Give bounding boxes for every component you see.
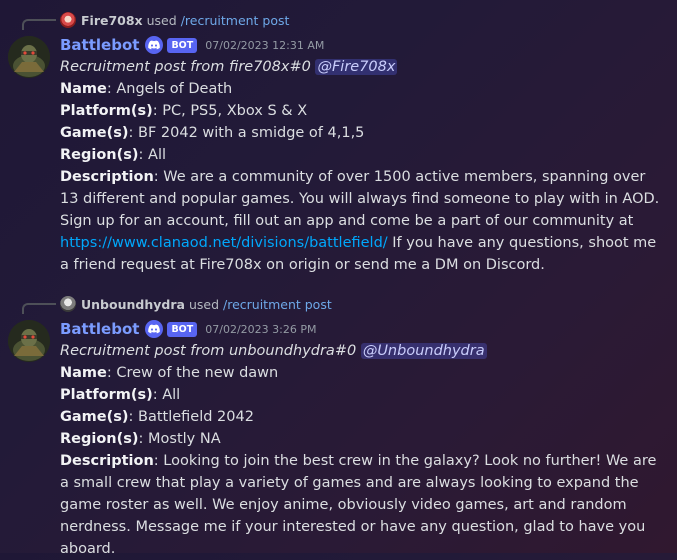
field-name: Name: Angels of Death [60,78,665,100]
intro-line: Recruitment post from fire708x#0 @Fire70… [60,56,665,78]
bot-avatar[interactable] [8,320,50,362]
field-value: : All [152,387,181,403]
field-description: Description: We are a community of over … [60,166,665,276]
field-games: Game(s): BF 2042 with a smidge of 4,1,5 [60,122,665,144]
field-platform: Platform(s): PC, PS5, Xbox S & X [60,100,665,122]
field-label: Name [60,81,107,97]
message-content: Recruitment post from fire708x#0 @Fire70… [60,56,665,276]
reply-user-avatar[interactable] [60,12,76,28]
intro-text: Recruitment post from unboundhydra#0 [60,343,357,359]
reply-used-text: used [146,12,177,28]
field-label: Name [60,365,107,381]
field-platform: Platform(s): All [60,384,665,406]
message-timestamp[interactable]: 07/02/2023 12:31 AM [205,39,324,52]
field-value: : All [138,147,167,163]
field-region: Region(s): All [60,144,665,166]
field-label: Description [60,169,154,185]
message-timestamp[interactable]: 07/02/2023 3:26 PM [205,323,316,336]
community-link[interactable]: https://www.clanaod.net/divisions/battle… [60,235,388,251]
field-value: : PC, PS5, Xbox S & X [152,103,308,119]
intro-line: Recruitment post from unboundhydra#0 @Un… [60,340,665,362]
user-mention[interactable]: @Unboundhydra [360,343,487,359]
reply-connector [22,19,56,30]
field-label: Description [60,453,154,469]
bot-username[interactable]: Battlebot [60,320,139,338]
message-header: Battlebot BOT 07/02/2023 12:31 AM [60,34,324,56]
field-label: Region(s) [60,147,139,163]
field-value: : Angels of Death [106,81,233,97]
field-label: Game(s) [60,125,129,141]
user-mention[interactable]: @Fire708x [315,59,398,75]
message-content: Recruitment post from unboundhydra#0 @Un… [60,340,665,560]
field-name: Name: Crew of the new dawn [60,362,665,384]
reply-command-link[interactable]: /recruitment post [223,297,332,312]
reply-connector [22,303,56,314]
field-value: : Crew of the new dawn [106,365,279,381]
field-description: Description: Looking to join the best cr… [60,450,665,560]
reply-username[interactable]: Unboundhydra [81,297,185,312]
reply-command-link[interactable]: /recruitment post [181,13,290,28]
reply-user-avatar[interactable] [60,296,76,312]
bot-badge: BOT [167,321,198,337]
field-region: Region(s): Mostly NA [60,428,665,450]
field-value: : Mostly NA [138,431,221,447]
field-label: Platform(s) [60,387,153,403]
message-header: Battlebot BOT 07/02/2023 3:26 PM [60,318,316,340]
field-value: : BF 2042 with a smidge of 4,1,5 [128,125,365,141]
field-label: Platform(s) [60,103,153,119]
field-label: Region(s) [60,431,139,447]
reply-context[interactable]: Unboundhydra used /recruitment post [60,295,332,313]
reply-context[interactable]: Fire708x used /recruitment post [60,11,289,29]
reply-username[interactable]: Fire708x [81,13,143,28]
bot-username[interactable]: Battlebot [60,36,139,54]
discord-icon [145,320,164,338]
bot-badge: BOT [167,37,198,53]
reply-used-text: used [188,296,219,312]
field-value: : Battlefield 2042 [128,409,254,425]
field-games: Game(s): Battlefield 2042 [60,406,665,428]
discord-icon [145,36,164,54]
field-label: Game(s) [60,409,129,425]
bot-avatar[interactable] [8,36,50,78]
intro-text: Recruitment post from fire708x#0 [60,59,311,75]
